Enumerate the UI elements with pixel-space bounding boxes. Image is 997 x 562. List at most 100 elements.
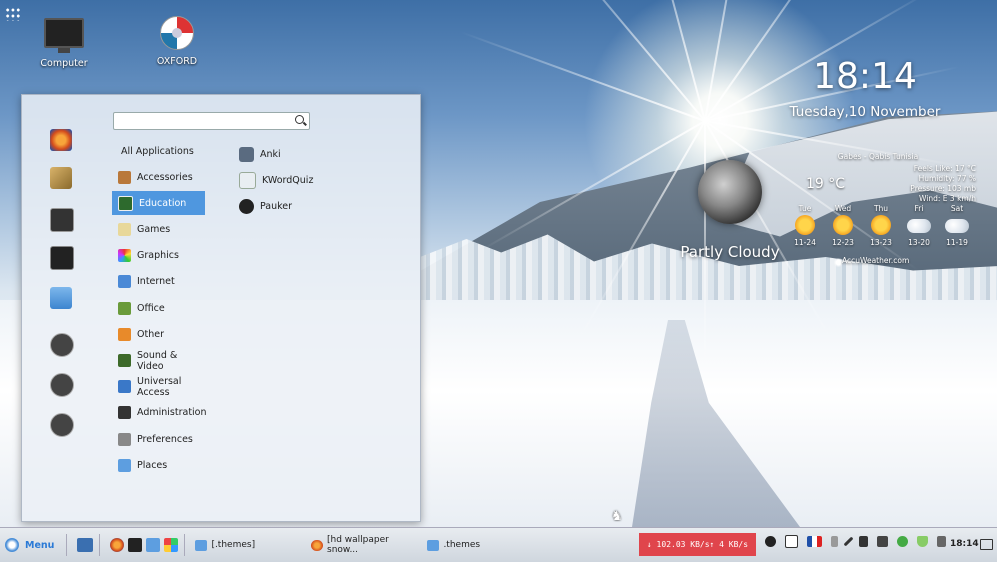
preferences-icon xyxy=(118,432,131,446)
network-speed-monitor[interactable]: ↓ 102.03 KB/s↑ 4 KB/s xyxy=(639,533,756,556)
favorites-column xyxy=(22,95,94,521)
show-desktop-icon[interactable] xyxy=(980,539,993,550)
office-icon xyxy=(118,301,131,315)
app-anki[interactable]: Anki xyxy=(239,141,313,167)
category-games[interactable]: Games xyxy=(112,218,205,242)
apps-launcher-icon[interactable] xyxy=(164,538,179,552)
system-tray xyxy=(760,535,950,548)
app-label: Anki xyxy=(260,148,281,160)
logout-icon[interactable] xyxy=(50,373,74,397)
shield-icon[interactable] xyxy=(916,536,928,547)
category-all-applications[interactable]: All Applications xyxy=(112,139,205,163)
forecast-day-label: Tue xyxy=(798,204,812,213)
app-pauker[interactable]: Pauker xyxy=(239,193,313,219)
category-label: Education xyxy=(139,197,187,209)
weather-humidity: Humidity: 77 % xyxy=(918,174,976,183)
folder-icon[interactable] xyxy=(50,287,72,309)
taskbar-window-firefox[interactable]: [hd wallpaper snow... xyxy=(307,533,423,557)
weather-provider-link[interactable]: AccuWeather.com xyxy=(842,256,938,265)
menu-search-input[interactable] xyxy=(114,113,292,127)
taskbar-clock[interactable]: 18:14 xyxy=(950,539,979,549)
category-preferences[interactable]: Preferences xyxy=(112,427,205,451)
category-other[interactable]: Other xyxy=(112,322,205,346)
network-icon[interactable] xyxy=(876,536,888,547)
internet-icon xyxy=(118,275,131,289)
lock-icon[interactable] xyxy=(50,333,74,357)
power-icon[interactable] xyxy=(50,413,74,437)
terminal-icon[interactable] xyxy=(50,246,74,270)
category-sound-video[interactable]: Sound & Video xyxy=(112,349,205,373)
clipboard-icon[interactable] xyxy=(784,535,798,548)
category-label: Graphics xyxy=(137,250,179,262)
firefox-launcher-icon[interactable] xyxy=(110,538,125,552)
application-list: Anki KWordQuiz Pauker xyxy=(239,141,313,219)
category-label: All Applications xyxy=(121,145,194,157)
firefox-icon[interactable] xyxy=(50,129,72,151)
sound-video-icon xyxy=(118,354,131,367)
app-kwordquiz[interactable]: KWordQuiz xyxy=(239,167,313,193)
task-label: [.themes] xyxy=(211,540,256,550)
category-label: Office xyxy=(137,302,165,314)
sun-icon xyxy=(795,215,815,235)
power-status-icon[interactable] xyxy=(936,536,946,547)
category-universal-access[interactable]: Universal Access xyxy=(112,375,205,399)
forecast-day: Thu 13-23 xyxy=(862,204,900,247)
bluetooth-icon[interactable] xyxy=(830,536,838,547)
category-places[interactable]: Places xyxy=(112,453,205,477)
forecast-day-label: Wed xyxy=(834,204,852,213)
desktop-icon-computer[interactable]: Computer xyxy=(19,18,109,69)
search-icon[interactable] xyxy=(295,115,304,124)
menu-button[interactable]: Menu xyxy=(0,532,60,558)
desktop-icon-label: OXFORD xyxy=(156,56,198,67)
user-icon[interactable] xyxy=(764,536,776,547)
taskbar-window-themes[interactable]: [.themes] xyxy=(191,533,307,557)
settings-icon[interactable] xyxy=(50,208,74,232)
desktop-icon-oxford[interactable]: OXFORD xyxy=(132,16,222,67)
volume-icon[interactable] xyxy=(858,536,868,547)
files-launcher-icon[interactable] xyxy=(146,538,161,552)
games-icon xyxy=(118,223,131,237)
forecast-day-label: Sat xyxy=(950,204,964,213)
updates-icon[interactable] xyxy=(896,536,908,547)
show-desktop-launcher-icon[interactable] xyxy=(77,538,94,552)
weather-pressure: Pressure: 103 mb xyxy=(910,184,976,193)
app-label: KWordQuiz xyxy=(262,174,314,186)
category-label: Preferences xyxy=(137,433,193,445)
taskbar-window-themes-folder[interactable]: .themes xyxy=(423,533,539,557)
accessories-icon xyxy=(118,170,131,184)
terminal-launcher-icon[interactable] xyxy=(128,538,143,552)
moon-weather-icon xyxy=(698,160,762,224)
weather-temperature: 19 °C xyxy=(806,176,846,192)
category-administration[interactable]: Administration xyxy=(112,401,207,425)
app-label: Pauker xyxy=(260,200,293,212)
application-menu: All Applications Accessories Education G… xyxy=(21,94,421,522)
weather-location: Gabes - Qabis Tunisia xyxy=(837,152,919,161)
forecast-range: 13-23 xyxy=(870,238,892,247)
firefox-icon xyxy=(311,539,324,551)
category-graphics[interactable]: Graphics xyxy=(112,244,205,268)
weather-condition: Partly Cloudy xyxy=(680,243,780,261)
taskbar-separator xyxy=(99,534,101,556)
education-icon xyxy=(118,195,133,211)
taskbar-separator xyxy=(184,534,186,556)
cat-mascot-icon: ♞ xyxy=(611,509,623,524)
category-list: All Applications Accessories Education G… xyxy=(112,139,207,479)
category-education[interactable]: Education xyxy=(112,191,205,216)
task-label: [hd wallpaper snow... xyxy=(327,535,389,555)
forecast-day-label: Fri xyxy=(914,204,924,213)
forecast-day-label: Thu xyxy=(873,204,889,213)
weather-forecast: Tue 11-24 Wed 12-23 Thu 13-23 Fri 13-20 Sat 1… xyxy=(786,204,976,247)
desktop-date: Tuesday,10 November xyxy=(789,104,941,120)
menu-search-box[interactable] xyxy=(113,112,310,130)
category-accessories[interactable]: Accessories xyxy=(112,165,205,189)
weather-feels-like: Feels Like: 17 °C xyxy=(913,164,976,173)
forecast-range: 12-23 xyxy=(832,238,854,247)
keyboard-layout-flag-icon[interactable] xyxy=(806,536,822,547)
forecast-day: Fri 13-20 xyxy=(900,204,938,247)
disc-icon xyxy=(160,16,194,50)
category-internet[interactable]: Internet xyxy=(112,270,205,294)
package-manager-icon[interactable] xyxy=(50,167,72,189)
pen-icon[interactable] xyxy=(843,536,853,547)
category-label: Games xyxy=(137,224,171,236)
category-office[interactable]: Office xyxy=(112,296,205,320)
